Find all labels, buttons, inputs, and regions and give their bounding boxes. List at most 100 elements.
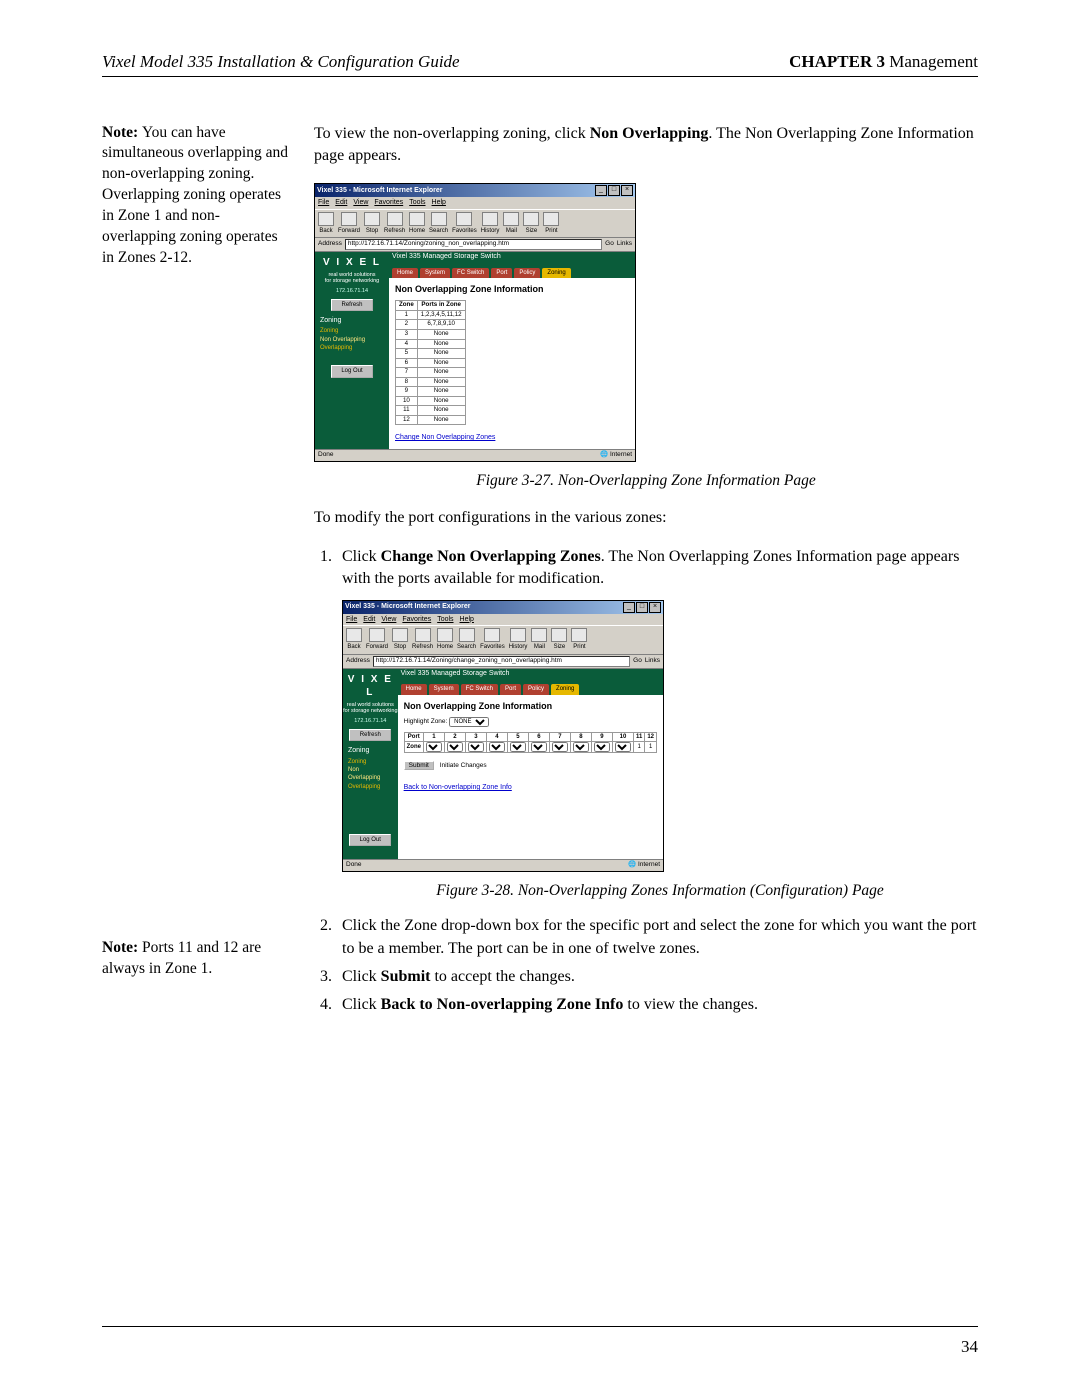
size-button[interactable]: Size [551,628,567,651]
maximize-icon[interactable]: □ [636,602,648,613]
history-button[interactable]: History [481,212,500,235]
minimize-icon[interactable]: _ [595,185,607,196]
minimize-icon[interactable]: _ [623,602,635,613]
sidebar-item-zoning[interactable]: Zoning [343,758,398,766]
window-controls[interactable]: _□× [594,185,633,196]
history-icon [482,212,498,226]
sidebar-item-nonoverlapping[interactable]: Non Overlapping [343,766,398,783]
tab-home[interactable]: Home [401,684,427,694]
highlight-zone-row: Highlight Zone: NONE [398,715,663,729]
url-field[interactable]: http://172.16.71.14/Zoning/zoning_non_ov… [345,239,602,250]
zone-select-3[interactable]: 1 [468,742,484,752]
search-button[interactable]: Search [457,628,476,651]
address-bar[interactable]: Address http://172.16.71.14/Zoning/chang… [343,655,663,669]
zone-select-2[interactable]: 1 [447,742,463,752]
window-controls[interactable]: _□× [622,602,661,613]
zone-select-10[interactable]: 2 [615,742,631,752]
refresh-sidebar-button[interactable]: Refresh [331,299,373,311]
tab-policy[interactable]: Policy [514,268,540,278]
zone-select-4[interactable]: 1 [489,742,505,752]
forward-button[interactable]: Forward [366,628,388,651]
logout-button[interactable]: Log Out [349,834,391,846]
home-button[interactable]: Home [409,212,425,235]
step-2: Click the Zone drop-down box for the spe… [336,915,978,959]
back-button[interactable]: Back [346,628,362,651]
guide-title: Vixel Model 335 Installation & Configura… [102,52,460,72]
home-button[interactable]: Home [437,628,453,651]
mail-button[interactable]: Mail [503,212,519,235]
refresh-button[interactable]: Refresh [412,628,433,651]
stop-button[interactable]: Stop [392,628,408,651]
ie-toolbar[interactable]: Back Forward Stop Refresh Home Search Fa… [315,209,635,238]
zone-select-8[interactable]: 2 [573,742,589,752]
tagline: real world solutionsfor storage networki… [343,702,398,714]
favorites-button[interactable]: Favorites [452,212,477,235]
tab-policy[interactable]: Policy [523,684,549,694]
app-title: Vixel 335 Managed Storage Switch [389,252,635,265]
zone-select-5[interactable]: 1 [510,742,526,752]
close-icon[interactable]: × [649,602,661,613]
back-link[interactable]: Back to Non-overlapping Zone Info [398,777,663,799]
zone-select-9[interactable]: 2 [594,742,610,752]
forward-button[interactable]: Forward [338,212,360,235]
vixel-logo: V I X E L [315,256,389,270]
history-button[interactable]: History [509,628,528,651]
zone-select-7[interactable]: 2 [552,742,568,752]
submit-button[interactable]: Submit [404,761,434,770]
tab-home[interactable]: Home [392,268,418,278]
back-button[interactable]: Back [318,212,334,235]
zone-select-1[interactable]: 1 [426,742,442,752]
links-label[interactable]: Links [645,657,660,666]
step-3: Click Submit to accept the changes. [336,966,978,988]
table-row: 3None [396,330,466,340]
print-button[interactable]: Print [571,628,587,651]
favorites-button[interactable]: Favorites [480,628,505,651]
address-bar[interactable]: Address http://172.16.71.14/Zoning/zonin… [315,238,635,252]
highlight-zone-select[interactable]: NONE [449,717,489,727]
sidebar-item-nonoverlapping[interactable]: Non Overlapping [315,336,389,344]
step-4: Click Back to Non-overlapping Zone Info … [336,994,978,1016]
print-icon [571,628,587,642]
ie-menubar[interactable]: FileEditViewFavoritesToolsHelp [343,614,663,626]
ie-toolbar[interactable]: Back Forward Stop Refresh Home Search Fa… [343,625,663,654]
app-sidebar: V I X E L real world solutionsfor storag… [315,252,389,449]
tab-fcswitch[interactable]: FC Switch [461,684,498,694]
go-button[interactable]: Go [633,657,642,666]
tab-port[interactable]: Port [491,268,512,278]
tagline: real world solutionsfor storage networki… [315,272,389,284]
stop-icon [364,212,380,226]
home-icon [409,212,425,226]
tab-zoning[interactable]: Zoning [542,268,570,278]
stop-button[interactable]: Stop [364,212,380,235]
maximize-icon[interactable]: □ [608,185,620,196]
size-icon [523,212,539,226]
print-button[interactable]: Print [543,212,559,235]
tab-system[interactable]: System [420,268,450,278]
forward-icon [369,628,385,642]
tab-zoning[interactable]: Zoning [551,684,579,694]
intro-paragraph: To view the non-overlapping zoning, clic… [314,123,978,167]
size-button[interactable]: Size [523,212,539,235]
change-zones-link[interactable]: Change Non Overlapping Zones [389,427,635,449]
history-icon [510,628,526,642]
refresh-icon [387,212,403,226]
refresh-sidebar-button[interactable]: Refresh [349,729,391,741]
links-label[interactable]: Links [617,240,632,249]
tab-port[interactable]: Port [500,684,521,694]
sidebar-item-overlapping[interactable]: Overlapping [315,344,389,352]
tab-fcswitch[interactable]: FC Switch [452,268,489,278]
sidebar-item-overlapping[interactable]: Overlapping [343,783,398,791]
mail-button[interactable]: Mail [531,628,547,651]
search-button[interactable]: Search [429,212,448,235]
zone-select-6[interactable]: 2 [531,742,547,752]
sidebar-item-zoning[interactable]: Zoning [315,327,389,335]
url-field[interactable]: http://172.16.71.14/Zoning/change_zoning… [373,656,630,667]
go-button[interactable]: Go [605,240,614,249]
note-body: You can have simultaneous overlapping an… [102,124,288,267]
refresh-button[interactable]: Refresh [384,212,405,235]
ie-menubar[interactable]: FileEditViewFavoritesToolsHelp [315,197,635,209]
ie-titlebar: Vixel 335 - Microsoft Internet Explorer … [343,601,663,614]
close-icon[interactable]: × [621,185,633,196]
logout-button[interactable]: Log Out [331,365,373,377]
tab-system[interactable]: System [429,684,459,694]
